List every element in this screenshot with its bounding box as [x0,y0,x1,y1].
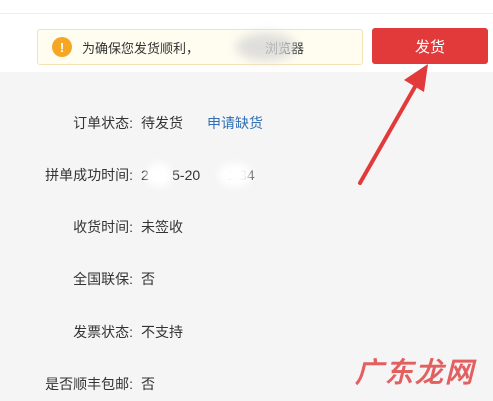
invoice-status-label: 发票状态: [73,324,133,340]
order-status-value: 待发货 [141,115,183,131]
watermark-logo: 广东龙网 [355,357,476,388]
national-guarantee-label: 全国联保: [73,271,133,287]
sf-free-shipping-label: 是否顺丰包邮: [45,376,133,392]
group-time-label: 拼单成功时间: [45,167,133,183]
redaction-blur-date-right [218,163,252,187]
notice-text-before: 为确保您发货顺利， [82,40,200,56]
warning-icon: ! [52,37,72,57]
top-strip [0,0,493,14]
national-guarantee-value: 否 [141,271,155,287]
invoice-status-row: 发票状态: 不支持 [0,321,183,343]
national-guarantee-row: 全国联保: 否 [0,268,155,290]
receipt-time-label: 收货时间: [73,219,133,235]
ship-button[interactable]: 发货 [372,28,488,64]
sf-free-shipping-value: 否 [141,376,155,392]
redaction-blur [236,33,296,61]
browser-notice: ! 为确保您发货顺利，浏览器 [37,29,363,65]
group-time-row: 拼单成功时间: 2 5-20 2:34 [0,164,255,186]
sf-free-shipping-row: 是否顺丰包邮: 否 [0,373,155,395]
invoice-status-value: 不支持 [141,324,183,340]
order-status-row: 订单状态: 待发货 申请缺货 [0,112,263,134]
redaction-blur-date-left [146,163,172,187]
request-out-of-stock-link[interactable]: 申请缺货 [207,113,263,133]
receipt-time-row: 收货时间: 未签收 [0,216,183,238]
order-status-label: 订单状态: [73,115,133,131]
receipt-time-value: 未签收 [141,219,183,235]
